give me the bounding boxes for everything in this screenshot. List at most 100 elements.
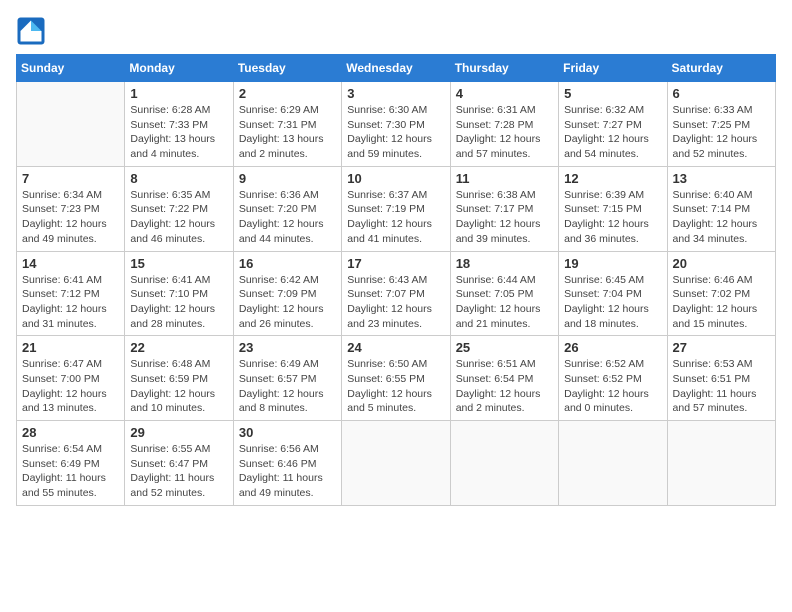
day-number: 13 <box>673 171 770 186</box>
day-number: 29 <box>130 425 227 440</box>
calendar-cell: 28 Sunrise: 6:54 AM Sunset: 6:49 PM Dayli… <box>17 421 125 506</box>
day-detail: Sunrise: 6:34 AM Sunset: 7:23 PM Dayligh… <box>22 188 119 247</box>
calendar-cell: 18 Sunrise: 6:44 AM Sunset: 7:05 PM Dayli… <box>450 251 558 336</box>
weekday-header: Tuesday <box>233 55 341 82</box>
day-number: 11 <box>456 171 553 186</box>
day-detail: Sunrise: 6:45 AM Sunset: 7:04 PM Dayligh… <box>564 273 661 332</box>
day-number: 21 <box>22 340 119 355</box>
page-header <box>16 16 776 46</box>
calendar-week-row: 7 Sunrise: 6:34 AM Sunset: 7:23 PM Daylig… <box>17 166 776 251</box>
day-number: 23 <box>239 340 336 355</box>
day-detail: Sunrise: 6:31 AM Sunset: 7:28 PM Dayligh… <box>456 103 553 162</box>
calendar-cell: 16Sunrise: 6:42 AM Sunset: 7:09 PM Dayli… <box>233 251 341 336</box>
day-detail: Sunrise: 6:53 AM Sunset: 6:51 PM Dayligh… <box>673 357 770 416</box>
calendar-cell: 11Sunrise: 6:38 AM Sunset: 7:17 PM Dayli… <box>450 166 558 251</box>
day-number: 7 <box>22 171 119 186</box>
calendar-cell <box>559 421 667 506</box>
calendar-cell: 14 Sunrise: 6:41 AM Sunset: 7:12 PM Dayli… <box>17 251 125 336</box>
day-detail: Sunrise: 6:37 AM Sunset: 7:19 PM Dayligh… <box>347 188 444 247</box>
weekday-header: Saturday <box>667 55 775 82</box>
calendar-cell: 27 Sunrise: 6:53 AM Sunset: 6:51 PM Dayli… <box>667 336 775 421</box>
day-detail: Sunrise: 6:41 AM Sunset: 7:10 PM Dayligh… <box>130 273 227 332</box>
calendar-cell: 3 Sunrise: 6:30 AM Sunset: 7:30 PM Daylig… <box>342 82 450 167</box>
calendar-header-row: SundayMondayTuesdayWednesdayThursdayFrid… <box>17 55 776 82</box>
day-detail: Sunrise: 6:30 AM Sunset: 7:30 PM Dayligh… <box>347 103 444 162</box>
calendar-cell: 12Sunrise: 6:39 AM Sunset: 7:15 PM Dayli… <box>559 166 667 251</box>
day-number: 24 <box>347 340 444 355</box>
day-number: 16 <box>239 256 336 271</box>
calendar-cell: 8 Sunrise: 6:35 AM Sunset: 7:22 PM Daylig… <box>125 166 233 251</box>
calendar-week-row: 1 Sunrise: 6:28 AM Sunset: 7:33 PM Daylig… <box>17 82 776 167</box>
day-detail: Sunrise: 6:29 AM Sunset: 7:31 PM Dayligh… <box>239 103 336 162</box>
day-number: 12 <box>564 171 661 186</box>
day-detail: Sunrise: 6:40 AM Sunset: 7:14 PM Dayligh… <box>673 188 770 247</box>
day-number: 1 <box>130 86 227 101</box>
calendar-cell: 22 Sunrise: 6:48 AM Sunset: 6:59 PM Dayli… <box>125 336 233 421</box>
calendar-cell: 7 Sunrise: 6:34 AM Sunset: 7:23 PM Daylig… <box>17 166 125 251</box>
day-detail: Sunrise: 6:44 AM Sunset: 7:05 PM Dayligh… <box>456 273 553 332</box>
day-number: 27 <box>673 340 770 355</box>
day-detail: Sunrise: 6:47 AM Sunset: 7:00 PM Dayligh… <box>22 357 119 416</box>
day-detail: Sunrise: 6:55 AM Sunset: 6:47 PM Dayligh… <box>130 442 227 501</box>
calendar-table: SundayMondayTuesdayWednesdayThursdayFrid… <box>16 54 776 506</box>
day-number: 9 <box>239 171 336 186</box>
day-number: 6 <box>673 86 770 101</box>
calendar-cell <box>17 82 125 167</box>
calendar-body: 1 Sunrise: 6:28 AM Sunset: 7:33 PM Daylig… <box>17 82 776 506</box>
calendar-cell: 1 Sunrise: 6:28 AM Sunset: 7:33 PM Daylig… <box>125 82 233 167</box>
day-number: 30 <box>239 425 336 440</box>
weekday-header: Wednesday <box>342 55 450 82</box>
day-number: 26 <box>564 340 661 355</box>
logo-icon <box>16 16 46 46</box>
day-detail: Sunrise: 6:28 AM Sunset: 7:33 PM Dayligh… <box>130 103 227 162</box>
day-number: 5 <box>564 86 661 101</box>
day-number: 18 <box>456 256 553 271</box>
day-detail: Sunrise: 6:51 AM Sunset: 6:54 PM Dayligh… <box>456 357 553 416</box>
calendar-cell <box>342 421 450 506</box>
calendar-week-row: 28 Sunrise: 6:54 AM Sunset: 6:49 PM Dayli… <box>17 421 776 506</box>
day-detail: Sunrise: 6:48 AM Sunset: 6:59 PM Dayligh… <box>130 357 227 416</box>
calendar-week-row: 21 Sunrise: 6:47 AM Sunset: 7:00 PM Dayli… <box>17 336 776 421</box>
day-number: 4 <box>456 86 553 101</box>
calendar-cell: 23 Sunrise: 6:49 AM Sunset: 6:57 PM Dayli… <box>233 336 341 421</box>
day-number: 10 <box>347 171 444 186</box>
calendar-cell: 6Sunrise: 6:33 AM Sunset: 7:25 PM Daylig… <box>667 82 775 167</box>
day-detail: Sunrise: 6:46 AM Sunset: 7:02 PM Dayligh… <box>673 273 770 332</box>
calendar-cell: 4 Sunrise: 6:31 AM Sunset: 7:28 PM Daylig… <box>450 82 558 167</box>
day-number: 19 <box>564 256 661 271</box>
day-detail: Sunrise: 6:50 AM Sunset: 6:55 PM Dayligh… <box>347 357 444 416</box>
calendar-cell: 29 Sunrise: 6:55 AM Sunset: 6:47 PM Dayli… <box>125 421 233 506</box>
day-detail: Sunrise: 6:52 AM Sunset: 6:52 PM Dayligh… <box>564 357 661 416</box>
day-number: 28 <box>22 425 119 440</box>
calendar-cell: 15 Sunrise: 6:41 AM Sunset: 7:10 PM Dayli… <box>125 251 233 336</box>
day-number: 14 <box>22 256 119 271</box>
weekday-header: Monday <box>125 55 233 82</box>
calendar-cell: 9 Sunrise: 6:36 AM Sunset: 7:20 PM Daylig… <box>233 166 341 251</box>
day-detail: Sunrise: 6:49 AM Sunset: 6:57 PM Dayligh… <box>239 357 336 416</box>
calendar-cell <box>450 421 558 506</box>
weekday-header: Thursday <box>450 55 558 82</box>
day-number: 2 <box>239 86 336 101</box>
calendar-cell: 24 Sunrise: 6:50 AM Sunset: 6:55 PM Dayli… <box>342 336 450 421</box>
day-number: 22 <box>130 340 227 355</box>
day-detail: Sunrise: 6:35 AM Sunset: 7:22 PM Dayligh… <box>130 188 227 247</box>
weekday-header: Friday <box>559 55 667 82</box>
day-detail: Sunrise: 6:41 AM Sunset: 7:12 PM Dayligh… <box>22 273 119 332</box>
day-number: 15 <box>130 256 227 271</box>
day-detail: Sunrise: 6:32 AM Sunset: 7:27 PM Dayligh… <box>564 103 661 162</box>
day-detail: Sunrise: 6:36 AM Sunset: 7:20 PM Dayligh… <box>239 188 336 247</box>
day-detail: Sunrise: 6:56 AM Sunset: 6:46 PM Dayligh… <box>239 442 336 501</box>
weekday-header: Sunday <box>17 55 125 82</box>
day-number: 8 <box>130 171 227 186</box>
day-number: 3 <box>347 86 444 101</box>
calendar-cell: 19 Sunrise: 6:45 AM Sunset: 7:04 PM Dayli… <box>559 251 667 336</box>
calendar-cell: 25Sunrise: 6:51 AM Sunset: 6:54 PM Dayli… <box>450 336 558 421</box>
day-number: 17 <box>347 256 444 271</box>
day-detail: Sunrise: 6:54 AM Sunset: 6:49 PM Dayligh… <box>22 442 119 501</box>
calendar-cell: 30 Sunrise: 6:56 AM Sunset: 6:46 PM Dayli… <box>233 421 341 506</box>
calendar-cell: 2 Sunrise: 6:29 AM Sunset: 7:31 PM Daylig… <box>233 82 341 167</box>
calendar-cell: 20Sunrise: 6:46 AM Sunset: 7:02 PM Dayli… <box>667 251 775 336</box>
logo <box>16 16 50 46</box>
calendar-cell: 13 Sunrise: 6:40 AM Sunset: 7:14 PM Dayli… <box>667 166 775 251</box>
calendar-cell <box>667 421 775 506</box>
